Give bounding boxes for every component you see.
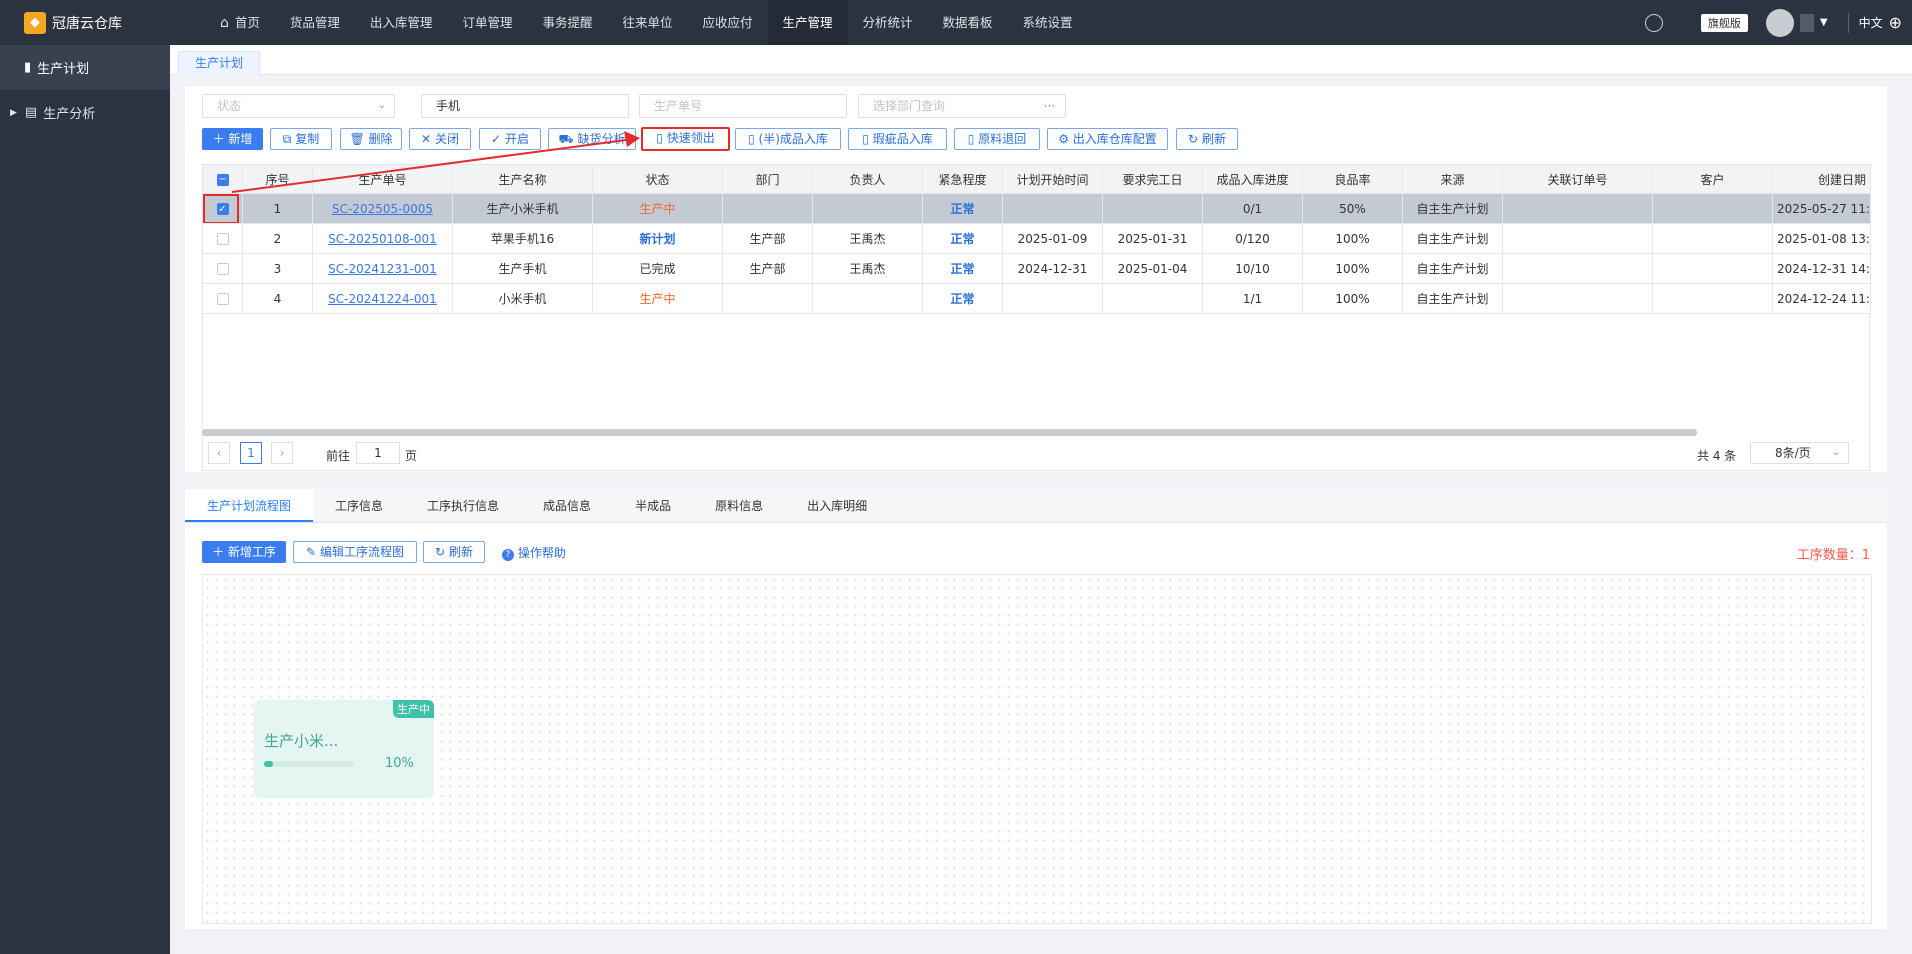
prev-page-button[interactable]: ‹: [208, 442, 230, 464]
node-status-badge: 生产中: [393, 700, 434, 718]
tab-process-exec[interactable]: 工序执行信息: [405, 489, 521, 522]
page-size-select[interactable]: 8条/页 ⌄: [1750, 442, 1849, 464]
goto-input[interactable]: 1: [356, 442, 400, 464]
goto-label: 前往: [326, 449, 351, 463]
help-icon: ?: [502, 549, 514, 561]
process-count: 工序数量：1: [1796, 548, 1870, 563]
flowchart-canvas[interactable]: [202, 574, 1872, 924]
flow-refresh-button[interactable]: ↻ 刷新: [423, 541, 485, 563]
node-progress-fill: [264, 761, 273, 767]
node-title: 生产小米...: [264, 732, 339, 750]
detail-tabs: 生产计划流程图 工序信息 工序执行信息 成品信息 半成品 原料信息 出入库明细: [185, 489, 1887, 523]
tab-finished-goods[interactable]: 成品信息: [521, 489, 613, 522]
help-link[interactable]: ? 操作帮助: [502, 544, 566, 561]
add-process-button[interactable]: ＋ 新增工序: [202, 541, 286, 563]
tab-flowchart[interactable]: 生产计划流程图: [185, 489, 314, 522]
page-number[interactable]: 1: [240, 442, 262, 464]
total-count: 共 4 条: [1697, 449, 1737, 463]
tab-process-info[interactable]: 工序信息: [313, 489, 405, 522]
process-node[interactable]: 生产中 生产小米... 10%: [254, 700, 434, 798]
page-unit-label: 页: [405, 449, 418, 463]
node-progress-track: [264, 761, 354, 767]
tab-inout-detail[interactable]: 出入库明细: [785, 489, 889, 522]
next-page-button[interactable]: ›: [271, 442, 293, 464]
tab-semi-finished[interactable]: 半成品: [613, 489, 693, 522]
tab-materials[interactable]: 原料信息: [693, 489, 785, 522]
edit-flowchart-button[interactable]: ✎ 编辑工序流程图: [293, 541, 417, 563]
refresh-icon: ↻: [435, 545, 446, 559]
edit-icon: ✎: [306, 545, 317, 559]
node-percent: 10%: [385, 756, 414, 771]
chevron-down-icon: ⌄: [1831, 447, 1840, 458]
